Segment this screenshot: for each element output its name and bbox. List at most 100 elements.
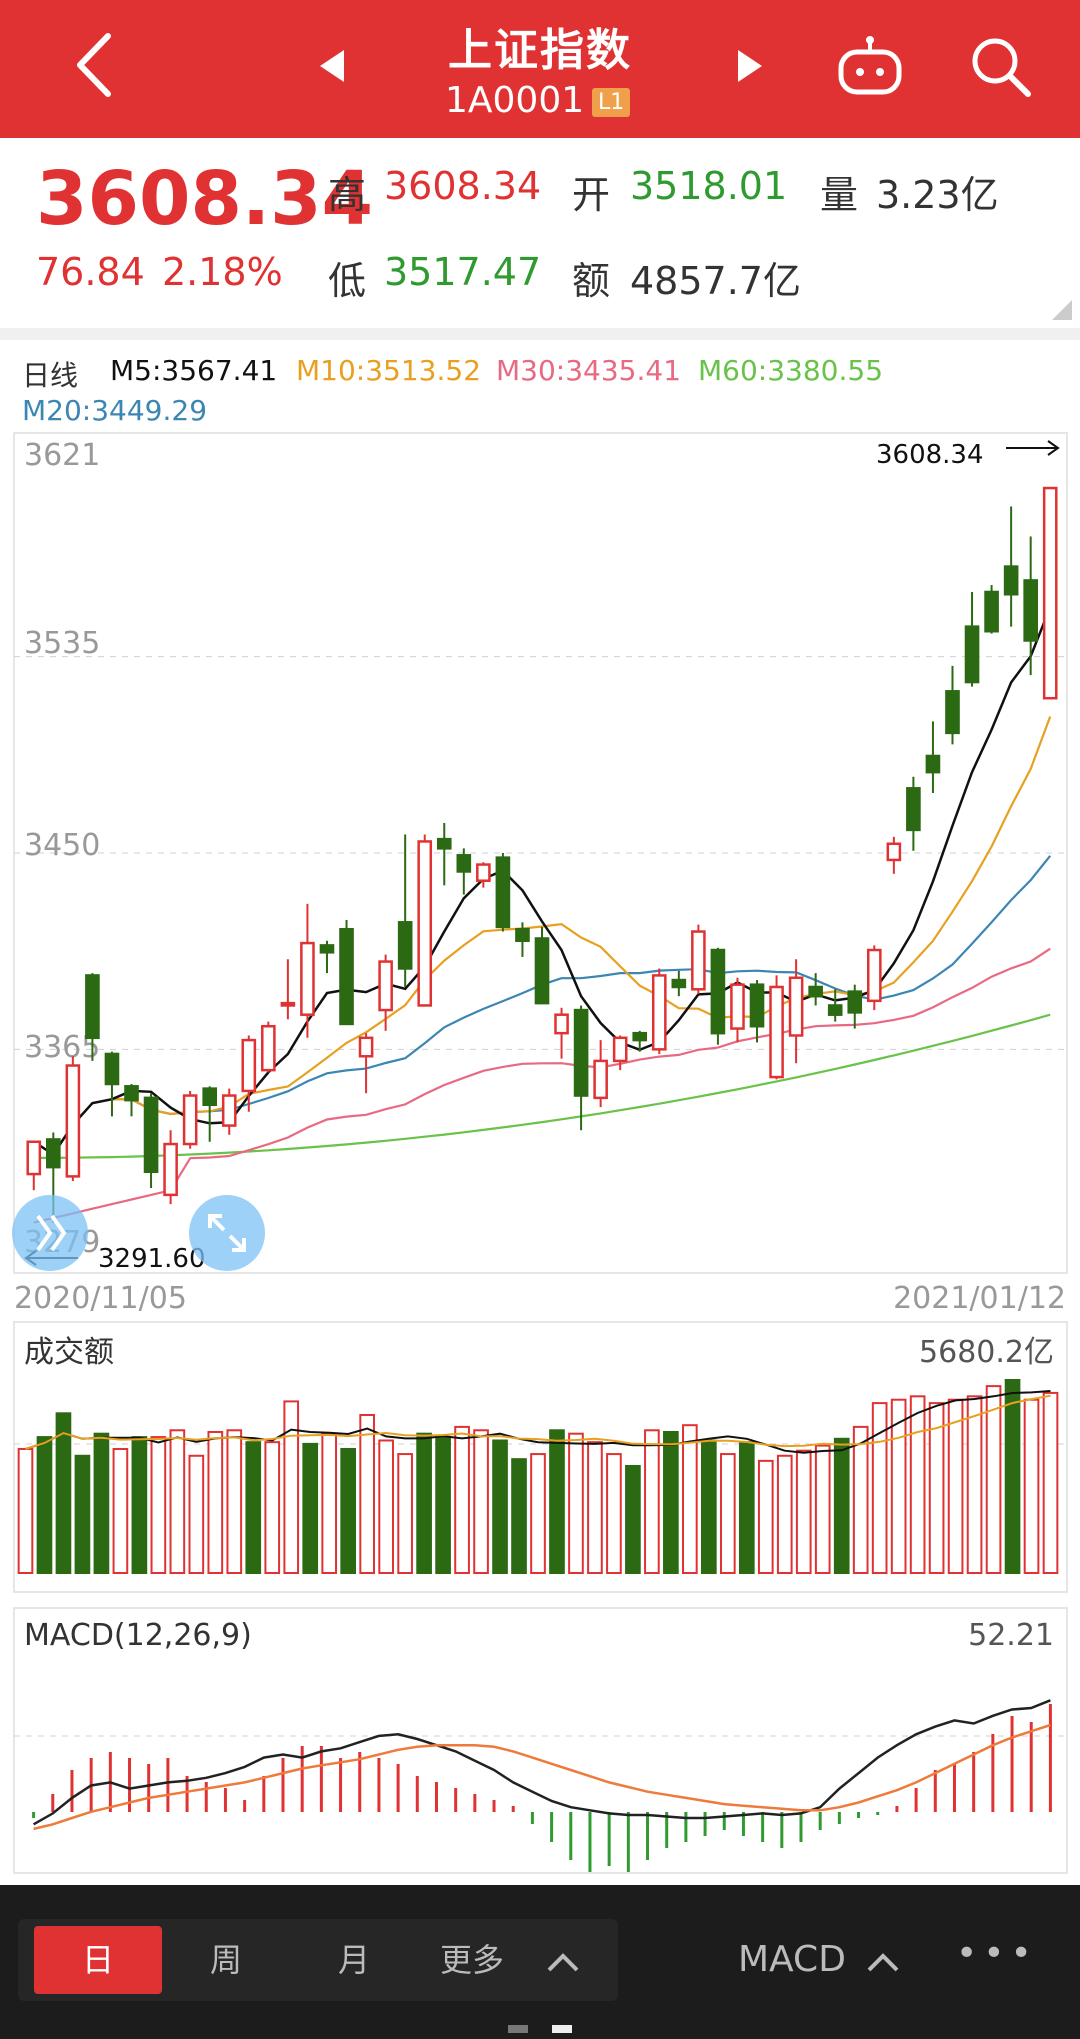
y-tick-1: 3621: [24, 438, 100, 473]
candle-body: [534, 937, 550, 1005]
tab-month[interactable]: 月: [290, 1926, 418, 1994]
price-change-pct: 2.18%: [162, 250, 283, 294]
volume-bar: [17, 1447, 34, 1574]
candle-body: [515, 927, 530, 943]
ma-m10: M10:3513.52: [296, 354, 482, 387]
indicator-selector[interactable]: MACD: [738, 1926, 868, 1994]
volume-bar: [947, 1398, 964, 1575]
volume-bar: [757, 1459, 774, 1575]
candle-body: [1003, 565, 1019, 596]
candle-body: [202, 1087, 218, 1107]
volume-bar: [321, 1432, 338, 1575]
volume-bar: [283, 1400, 300, 1574]
volume-bar: [587, 1441, 603, 1574]
volume-bar: [795, 1449, 812, 1575]
candle-body: [1023, 579, 1038, 642]
volume-bar: [112, 1447, 129, 1574]
volume-bar: [492, 1439, 508, 1575]
search-icon[interactable]: [968, 34, 1034, 100]
tab-week[interactable]: 周: [162, 1926, 290, 1994]
candle-body: [612, 1036, 628, 1063]
candle-body: [182, 1094, 198, 1146]
volume-bar: [302, 1442, 319, 1575]
volume-bar: [625, 1464, 641, 1574]
volume-bar: [909, 1395, 926, 1575]
candle-body: [749, 983, 765, 1028]
level-badge: L1: [592, 88, 631, 117]
candle-body: [573, 1008, 589, 1097]
tab-day[interactable]: 日: [34, 1926, 162, 1994]
candle-body: [358, 1036, 374, 1058]
candle-body: [46, 1138, 61, 1169]
volume-bar: [530, 1453, 546, 1575]
candle-body: [945, 690, 960, 735]
macd-histogram: [32, 1704, 1052, 1872]
volume-bar: [169, 1429, 186, 1575]
candle-body: [241, 1038, 257, 1093]
candle-body: [671, 978, 687, 989]
volume-bar: [74, 1454, 91, 1574]
low-label: 低: [328, 259, 367, 303]
volume-bar: [568, 1432, 584, 1575]
quote-panel: 3608.34 76.84 2.18% 高 3608.34 开 3518.01 …: [0, 138, 1080, 328]
volume-bar: [549, 1429, 565, 1575]
bottom-toolbar: 日 周 月 更多 MACD •••: [0, 1885, 1080, 2039]
page-indicator-1: [508, 2025, 528, 2033]
date-end: 2021/01/12: [893, 1281, 1066, 1316]
volume-bar: [454, 1425, 470, 1575]
amount-value: 4857.7亿: [630, 259, 801, 303]
candle-body: [847, 990, 863, 1014]
fullscreen-handle-icon[interactable]: [189, 1195, 265, 1271]
volume-bar: [55, 1412, 72, 1575]
volume-max-label: 5680.2亿: [919, 1335, 1054, 1370]
volume-bar: [226, 1429, 243, 1575]
candle-body: [221, 1094, 237, 1127]
ma-m30: M30:3435.41: [496, 354, 682, 387]
ma-period-label[interactable]: 日线: [22, 354, 78, 394]
volume-bar: [776, 1454, 793, 1574]
scroll-handle-icon[interactable]: [12, 1195, 88, 1271]
open-label: 开: [572, 173, 611, 217]
volume-bar: [340, 1447, 357, 1574]
candle-body: [397, 921, 413, 970]
candle-body: [554, 1013, 569, 1035]
volume-bar: [1004, 1379, 1021, 1574]
robot-icon[interactable]: [835, 34, 905, 100]
volume-bar: [416, 1432, 432, 1575]
volume-bar: [1042, 1391, 1059, 1575]
page-indicator-2: [552, 2025, 572, 2033]
volume-bar: [207, 1430, 224, 1574]
volume-bar: [397, 1453, 413, 1575]
date-start: 2020/11/05: [14, 1281, 187, 1316]
volume-label: 量: [820, 173, 859, 217]
volume-bar: [833, 1437, 850, 1574]
next-triangle-icon[interactable]: [734, 48, 764, 84]
volume-bars: [17, 1379, 1059, 1575]
volume-bar: [985, 1385, 1002, 1575]
candle-body: [261, 1024, 276, 1072]
candle-body: [339, 927, 354, 1026]
more-options-icon[interactable]: •••: [956, 1933, 1038, 1974]
macd-value-label: 52.21: [968, 1618, 1054, 1653]
amount-label: 额: [572, 259, 611, 303]
section-divider: [0, 328, 1080, 340]
top-header: 上证指数 1A0001 L1: [0, 0, 1080, 138]
volume-bar: [264, 1441, 281, 1574]
ma-m20: M20:3449.29: [22, 394, 208, 427]
candle-body: [378, 960, 393, 1012]
volume-panel-title: 成交额: [24, 1335, 114, 1370]
expand-corner-icon[interactable]: [1052, 300, 1072, 320]
candle-body: [417, 840, 433, 1007]
max-arrow-icon: [1006, 440, 1060, 456]
page-title: 上证指数: [448, 25, 632, 76]
ma-m5: M5:3567.41: [110, 354, 278, 387]
volume-bar: [188, 1454, 205, 1574]
high-label: 高: [328, 173, 367, 217]
open-value: 3518.01: [630, 164, 788, 208]
volume-bar: [644, 1429, 660, 1575]
candle-body: [866, 948, 882, 1003]
candle-body: [730, 983, 745, 1030]
kline-chart[interactable]: 3621 3535 3450 3365 3279 3608.34 3291.60…: [0, 430, 1080, 1880]
volume-bar: [150, 1436, 167, 1575]
candle-body: [143, 1096, 159, 1174]
